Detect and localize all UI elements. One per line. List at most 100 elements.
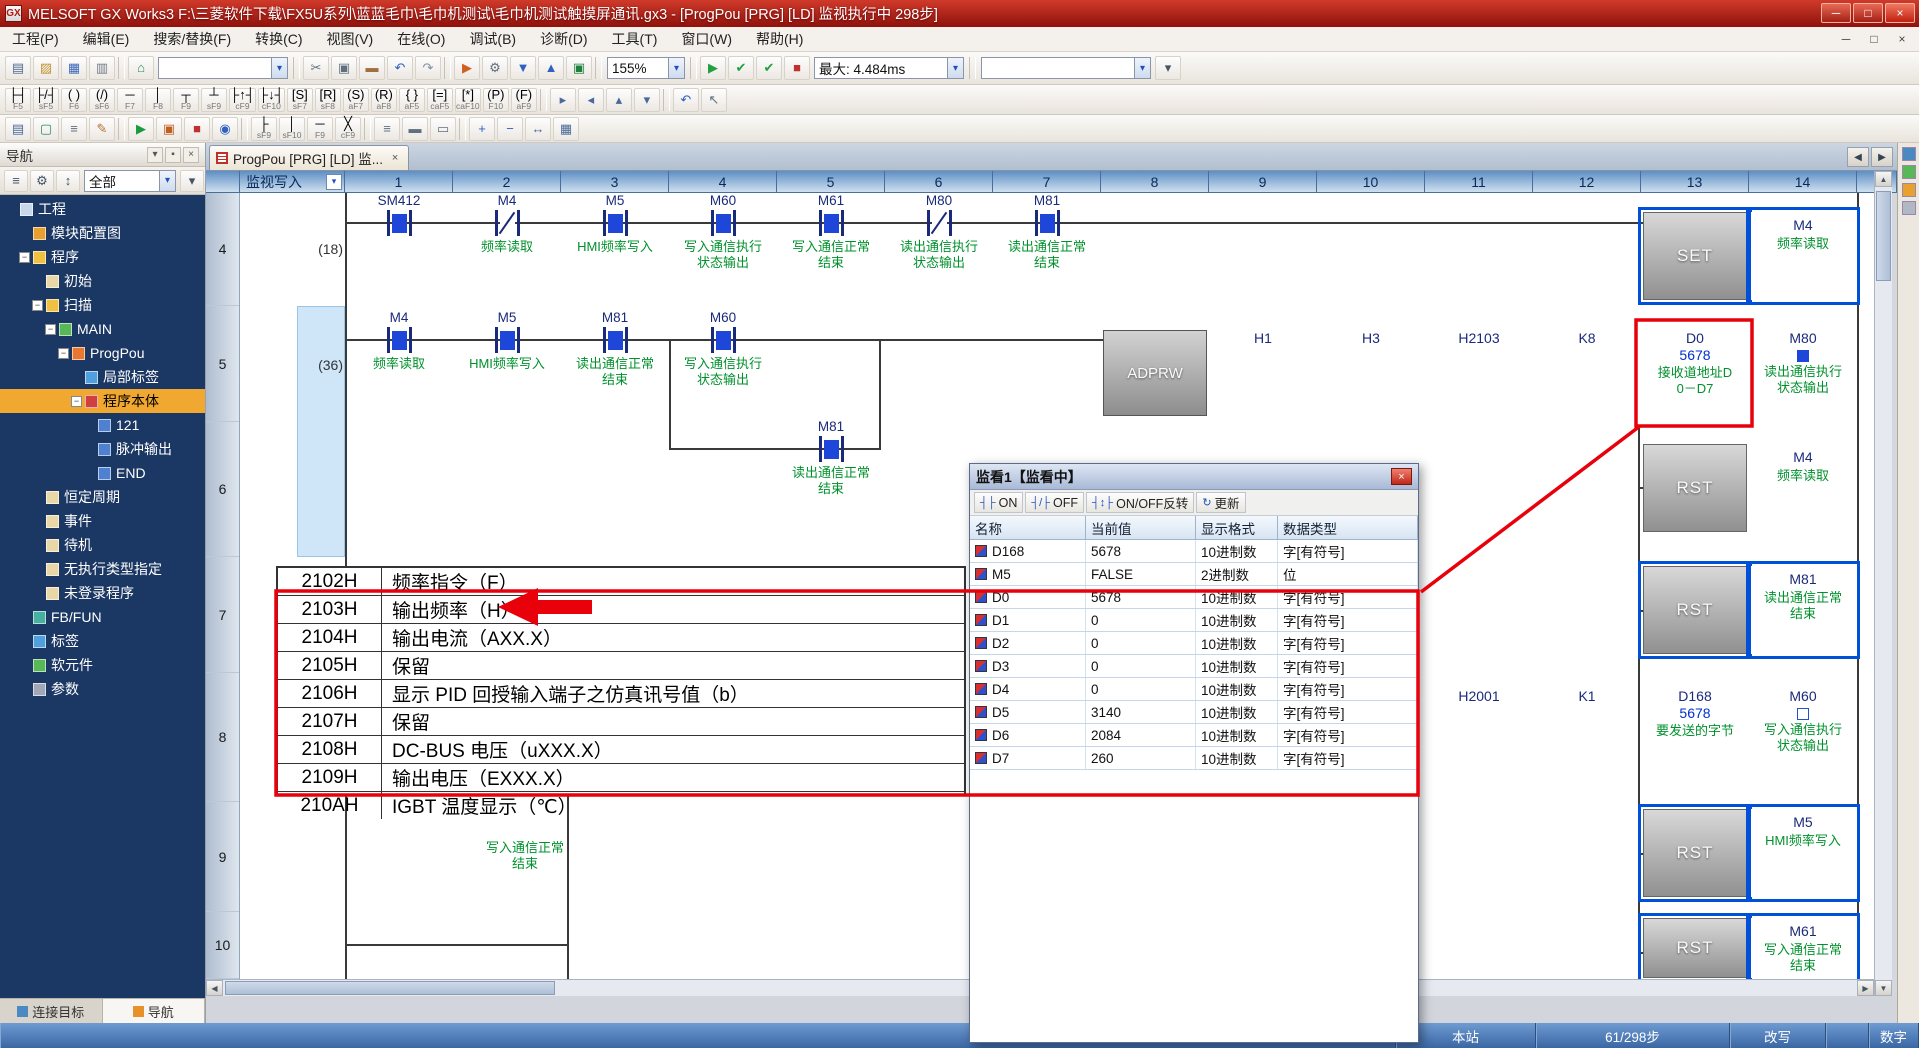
coil-RST[interactable]: RST (1643, 809, 1747, 897)
menu-item-1[interactable]: 编辑(E) (71, 27, 142, 52)
tab-navigation[interactable]: 导航 (103, 999, 206, 1023)
instruction-block-ADPRW[interactable]: ADPRW (1103, 330, 1207, 416)
watch-tool-button-0[interactable]: ┤├ON (974, 492, 1023, 513)
operand-H2001[interactable]: H2001 (1425, 688, 1533, 808)
contact-M80[interactable]: M80读出通信执行状态输出 (884, 193, 994, 292)
ladder-row-number-4[interactable]: 4 (206, 193, 239, 306)
zoom-out-icon[interactable]: − (497, 117, 523, 141)
contact-M81[interactable]: M81读出通信正常结束 (992, 193, 1102, 292)
nav-menu-icon[interactable]: ▾ (147, 147, 163, 163)
check-ok-icon[interactable]: ✔ (728, 56, 754, 80)
delete-col-icon[interactable]: ▾ (634, 88, 660, 112)
scroll-right-button[interactable]: ▶ (1857, 980, 1874, 996)
watch-row-D0[interactable]: D0567810进制数字[有符号] (970, 586, 1418, 609)
redo-icon[interactable]: ↷ (415, 56, 441, 80)
expander-icon[interactable]: − (58, 348, 69, 359)
statement-display-icon[interactable]: ▬ (402, 117, 428, 141)
history-panel-icon[interactable] (1902, 165, 1916, 179)
comment-display-icon[interactable]: ≡ (374, 117, 400, 141)
line-delete-button[interactable]: ╳cF9 (335, 117, 361, 141)
line-horizontal-button[interactable]: ─F9 (307, 117, 333, 141)
ladder-set-button[interactable]: [S]sF7 (287, 88, 313, 112)
dropdown-arrow-icon[interactable]: ▾ (947, 58, 963, 78)
tree-item-scan[interactable]: −扫描 (0, 293, 205, 317)
write-to-plc-icon[interactable]: ▼ (510, 56, 536, 80)
open-icon[interactable]: ▨ (33, 56, 59, 80)
monitor-mode-icon[interactable]: ▣ (566, 56, 592, 80)
scan-time-combo[interactable]: 最大: 4.484ms▾ (814, 57, 964, 79)
zoom-combo[interactable]: 155%▾ (607, 57, 685, 79)
ladder-row-number-5[interactable]: 5 (206, 306, 239, 422)
nav-settings-icon[interactable]: ⚙ (30, 170, 54, 192)
save-icon[interactable]: ▦ (61, 56, 87, 80)
nav-more-icon[interactable]: ▾ (180, 170, 204, 192)
check-ok2-icon[interactable]: ✔ (756, 56, 782, 80)
watch-column-header-1[interactable]: 当前值 (1086, 516, 1196, 539)
copy-icon[interactable]: ▣ (331, 56, 357, 80)
menu-item-10[interactable]: 帮助(H) (744, 27, 815, 52)
tree-item-device[interactable]: 软元件 (0, 653, 205, 677)
dropdown-arrow-icon[interactable]: ▾ (668, 58, 684, 78)
tree-item-label[interactable]: 标签 (0, 629, 205, 653)
tree-item-end[interactable]: END (0, 461, 205, 485)
watch-row-D2[interactable]: D2010进制数字[有符号] (970, 632, 1418, 655)
search-combo[interactable]: ▾ (158, 57, 288, 79)
operand-M60[interactable]: M60写入通信执行状态输出 (1749, 688, 1857, 808)
operand-H2103[interactable]: H2103 (1425, 330, 1533, 450)
delete-row-icon[interactable]: ◂ (578, 88, 604, 112)
menu-item-9[interactable]: 窗口(W) (669, 27, 744, 52)
contact-M60[interactable]: M60写入通信执行状态输出 (668, 193, 778, 292)
nav-sort-icon[interactable]: ↕ (56, 170, 80, 192)
cut-icon[interactable]: ✂ (303, 56, 329, 80)
help-icon[interactable]: ⌂ (128, 56, 154, 80)
minimize-button[interactable]: ─ (1821, 3, 1851, 23)
fb-block-icon[interactable]: ▢ (33, 117, 59, 141)
contact-M61[interactable]: M61写入通信正常结束 (776, 193, 886, 292)
ladder-set-coil-button[interactable]: (S)aF7 (343, 88, 369, 112)
document-tab[interactable]: ProgPou [PRG] [LD] 监... × (209, 145, 409, 170)
watch-row-D4[interactable]: D4010进制数字[有符号] (970, 678, 1418, 701)
tree-item-main[interactable]: −MAIN (0, 317, 205, 341)
tree-item-standby[interactable]: 待机 (0, 533, 205, 557)
line-vertical-button[interactable]: │sF10 (279, 117, 305, 141)
ladder-operate-button[interactable]: [*]caF10 (455, 88, 481, 112)
ladder-branch-button[interactable]: ┬F9 (173, 88, 199, 112)
watch-row-M5[interactable]: M5FALSE2进制数位 (970, 563, 1418, 586)
close-button[interactable]: × (1885, 3, 1915, 23)
tab-scroll-button-1[interactable]: ▶ (1871, 147, 1893, 167)
coil-operand-M5[interactable]: M5HMI频率写入 (1751, 809, 1855, 897)
contact-M4[interactable]: M4频率读取 (344, 309, 454, 409)
vscroll-thumb[interactable] (1876, 191, 1891, 281)
pointer-icon[interactable]: ↖ (701, 88, 727, 112)
tree-item-unregistered[interactable]: 未登录程序 (0, 581, 205, 605)
dropdown-arrow-icon[interactable]: ▾ (159, 171, 175, 191)
tab-connection-target[interactable]: 连接目标 (0, 999, 103, 1023)
ladder-row-number-8[interactable]: 8 (206, 673, 239, 802)
ladder-row-number-6[interactable]: 6 (206, 422, 239, 557)
mdi-control-0[interactable]: ─ (1835, 27, 1857, 52)
watch-tool-button-1[interactable]: ┤/├OFF (1025, 492, 1084, 513)
tree-item-module-config[interactable]: 模块配置图 (0, 221, 205, 245)
ladder-row-number-7[interactable]: 7 (206, 557, 239, 673)
coil-RST[interactable]: RST (1643, 566, 1747, 654)
tree-item-project[interactable]: 工程 (0, 197, 205, 221)
new-file-icon[interactable]: ▤ (5, 56, 31, 80)
hscroll-thumb[interactable] (225, 981, 555, 995)
watch-tool-button-3[interactable]: ↻更新 (1196, 492, 1245, 513)
menu-item-8[interactable]: 工具(T) (600, 27, 670, 52)
operand-H3[interactable]: H3 (1317, 330, 1425, 450)
more-dropdown-icon[interactable]: ▾ (1155, 56, 1181, 80)
cross-reference-icon[interactable]: ↔ (525, 117, 551, 141)
scroll-down-button[interactable]: ▼ (1875, 980, 1892, 996)
menu-item-7[interactable]: 诊断(D) (528, 27, 599, 52)
mdi-control-1[interactable]: □ (1863, 27, 1885, 52)
contact-SM412[interactable]: SM412 (344, 193, 454, 292)
coil-operand-M81[interactable]: M81读出通信正常结束 (1751, 566, 1855, 654)
tree-item-initial[interactable]: 初始 (0, 269, 205, 293)
ladder-join-button[interactable]: ┴sF9 (201, 88, 227, 112)
ladder-instruction-button[interactable]: { }aF5 (399, 88, 425, 112)
nav-close-icon[interactable]: × (183, 147, 199, 163)
watch-window-icon[interactable]: ◉ (212, 117, 238, 141)
scroll-up-button[interactable]: ▲ (1875, 171, 1892, 187)
tree-item-fixed-cycle[interactable]: 恒定周期 (0, 485, 205, 509)
